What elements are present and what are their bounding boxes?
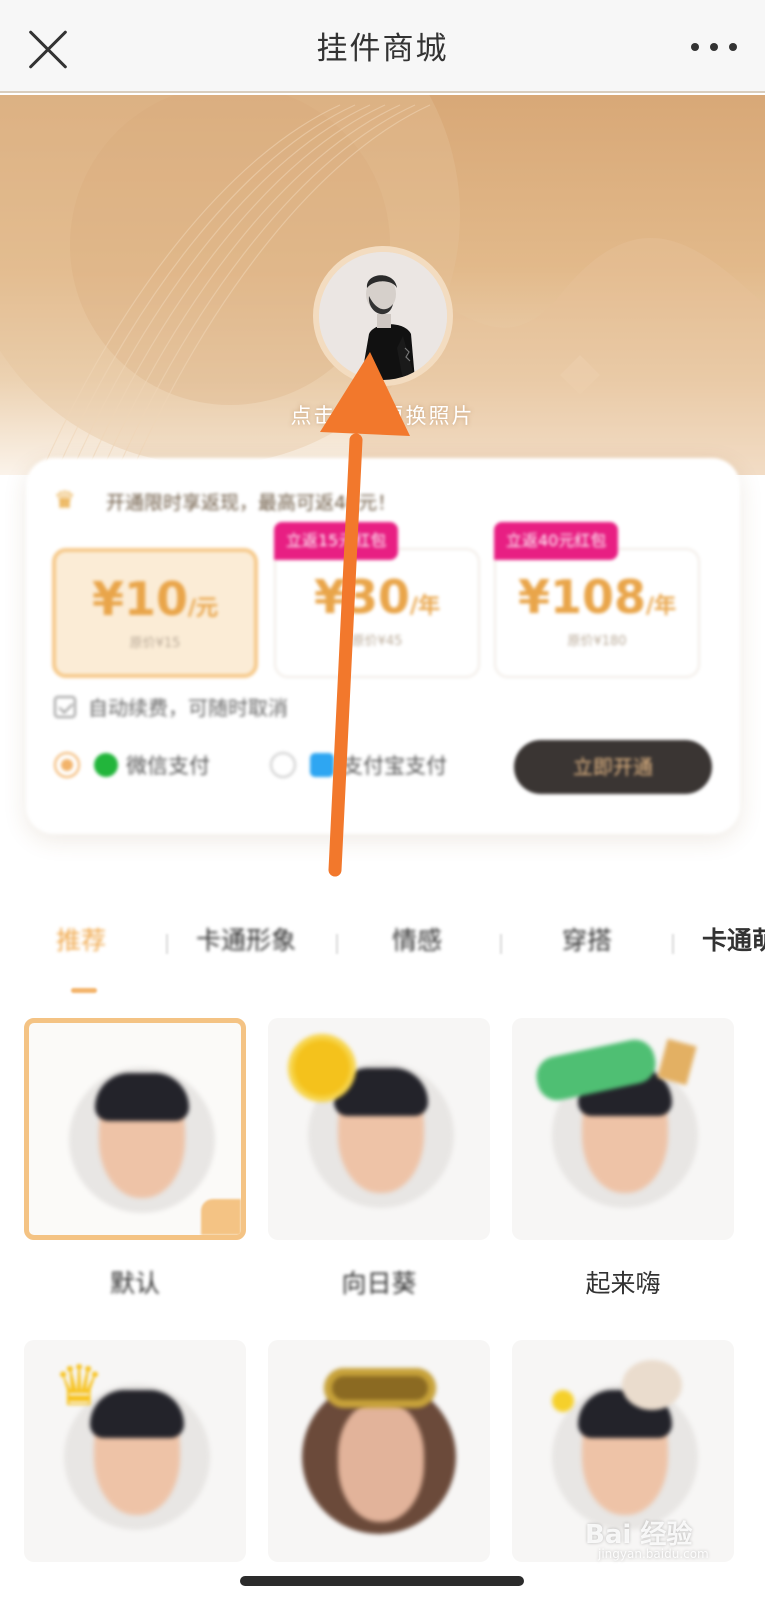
plan-option-1[interactable]: ¥10/元 原价¥15: [52, 548, 258, 678]
page-title: 挂件商城: [316, 31, 449, 67]
plan-original-price: 原价¥45: [351, 634, 403, 649]
watermark-url: jingyan.baidu.com: [598, 1547, 709, 1561]
pendant-item-sunflower[interactable]: [268, 1018, 490, 1240]
tab-outfit[interactable]: 穿搭: [562, 920, 612, 970]
cat-icon: [622, 1360, 682, 1410]
plan-unit: /元: [187, 596, 219, 621]
pendant-item-default[interactable]: [24, 1018, 246, 1240]
tab-cartoon-image[interactable]: 卡通形象: [196, 920, 296, 970]
top-bar: 挂件商城: [0, 0, 765, 93]
plan-original-price: 原价¥15: [129, 636, 181, 651]
avatar-image: [319, 252, 447, 380]
home-indicator[interactable]: [240, 1576, 524, 1586]
alipay-label[interactable]: 支付宝支付: [342, 750, 447, 780]
auto-renew-option[interactable]: 自动续费，可随时取消: [54, 692, 288, 721]
plan-price: ¥108: [517, 570, 646, 624]
plan-price: ¥10: [91, 572, 188, 626]
pendant-item-party[interactable]: [512, 1018, 734, 1240]
plan-option-2[interactable]: ¥30/年 原价¥45: [274, 548, 480, 678]
page: 挂件商城 点击头像更换照片 ♛ 开通限时享返现，最高可返40元！ ¥10/元 原…: [0, 0, 765, 1600]
vip-card: ♛ 开通限时享返现，最高可返40元！ ¥10/元 原价¥15 ¥30/年 原价¥…: [26, 458, 740, 834]
open-vip-button[interactable]: 立即开通: [514, 740, 712, 794]
plan-badge: 立返40元红包: [494, 522, 619, 560]
tab-active-indicator: [71, 988, 97, 993]
face-thumbnail: [338, 1402, 424, 1522]
tab-cartoon-cute[interactable]: 卡通萌: [702, 920, 765, 970]
wechat-radio[interactable]: [54, 752, 80, 778]
vip-promo-text: 开通限时享返现，最高可返40元！: [106, 492, 397, 514]
pendant-caption: 向日葵: [341, 1269, 417, 1298]
pendant-caption: 起来嗨: [585, 1269, 661, 1298]
wechat-pay-icon: [94, 753, 118, 777]
payment-methods: 微信支付 支付宝支付: [54, 750, 447, 780]
crown-icon: ♛: [54, 486, 76, 514]
pendant-item-goggles[interactable]: [268, 1340, 490, 1562]
alipay-radio[interactable]: [270, 752, 296, 778]
close-icon[interactable]: [26, 28, 70, 72]
plan-badge: 立返15元红包: [274, 522, 399, 560]
party-deco-icon: [657, 1038, 697, 1086]
pendant-item-crown[interactable]: ♛: [24, 1340, 246, 1562]
user-avatar[interactable]: [313, 246, 453, 386]
auto-renew-label: 自动续费，可随时取消: [88, 696, 288, 720]
change-photo-hint[interactable]: 点击头像更换照片: [0, 400, 765, 430]
crown-icon: ♛: [54, 1354, 105, 1419]
plan-price: ¥30: [313, 570, 410, 624]
plan-unit: /年: [409, 594, 441, 619]
wechat-pay-label[interactable]: 微信支付: [126, 750, 210, 780]
tab-divider: [336, 934, 338, 954]
alipay-icon: [310, 753, 334, 777]
star-icon: [552, 1390, 574, 1412]
checkbox-icon[interactable]: [54, 695, 76, 718]
selected-check-icon: [201, 1199, 241, 1235]
category-tabs: 推荐 卡通形象 情感 穿搭 卡通萌: [0, 920, 765, 982]
plan-original-price: 原价¥180: [567, 634, 627, 649]
tab-divider: [500, 934, 502, 954]
tab-divider: [166, 934, 168, 954]
goggles-icon: [324, 1368, 436, 1408]
tab-recommended[interactable]: 推荐: [56, 920, 106, 970]
pendant-caption: 默认: [109, 1269, 160, 1298]
baidu-watermark: Bai 经验: [585, 1520, 693, 1550]
plan-unit: /年: [645, 594, 677, 619]
tab-emotion[interactable]: 情感: [392, 920, 442, 970]
more-dots-icon[interactable]: [691, 36, 737, 58]
tab-divider: [672, 934, 674, 954]
plan-option-3[interactable]: ¥108/年 原价¥180: [494, 548, 700, 678]
sunflower-icon: [294, 1040, 350, 1096]
